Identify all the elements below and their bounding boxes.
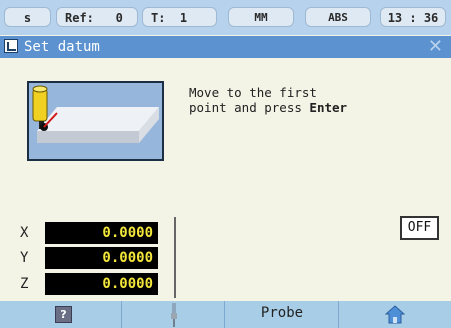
units-label: MM	[254, 11, 268, 24]
axis-value-z[interactable]: 0.0000	[45, 273, 158, 295]
tool-value: 1	[179, 11, 188, 25]
close-icon[interactable]: ✕	[428, 37, 443, 57]
dro-screen: s Ref: 0 T: 1 MM ABS 13 : 36 Set datum ✕…	[0, 0, 451, 328]
units-indicator: MM	[228, 7, 294, 27]
instruction-message: Move to the first point and press Enter	[189, 85, 347, 115]
edge-finder-illustration	[27, 81, 164, 161]
spindle-indicator: s	[4, 7, 51, 27]
axis-label-x: X	[20, 225, 29, 241]
axis-label-y: Y	[20, 250, 29, 266]
reference-indicator: Ref: 0	[56, 7, 138, 27]
tool-indicator: T: 1	[142, 7, 217, 27]
clock: 13 : 36	[380, 7, 446, 27]
axis-row-y: Y 0.0000	[0, 247, 175, 271]
tool-label: T:	[151, 11, 166, 25]
set-datum-icon	[4, 39, 18, 53]
axis-label-z: Z	[20, 276, 29, 292]
message-line-2: point and press	[189, 100, 310, 115]
clock-text: 13 : 36	[387, 11, 439, 25]
help-icon: ?	[55, 306, 72, 323]
mode-label: ABS	[328, 11, 348, 24]
enter-key-label: Enter	[309, 100, 348, 115]
edge-finder-icon	[171, 303, 177, 327]
ref-label: Ref:	[65, 11, 94, 25]
message-line-1: Move to the first	[189, 85, 317, 100]
mode-indicator: ABS	[305, 7, 371, 27]
edge-finder-softkey[interactable]	[122, 301, 225, 328]
axis-row-x: X 0.0000	[0, 222, 175, 246]
axis-row-z: Z 0.0000	[0, 273, 175, 297]
axis-value-x[interactable]: 0.0000	[45, 222, 158, 244]
axis-divider	[174, 217, 176, 298]
probe-label: Probe	[260, 305, 304, 321]
dialog-title: Set datum	[24, 39, 100, 55]
edge-finder-graphic	[32, 85, 159, 143]
status-bar: s Ref: 0 T: 1 MM ABS 13 : 36	[0, 0, 451, 35]
axis-value-y[interactable]: 0.0000	[45, 247, 158, 269]
ref-value: 0	[115, 11, 123, 25]
help-softkey[interactable]: ?	[0, 301, 122, 328]
home-softkey[interactable]	[339, 301, 451, 328]
spindle-label: s	[23, 11, 32, 25]
home-icon	[385, 305, 405, 324]
probe-softkey[interactable]: Probe	[225, 301, 339, 328]
dialog-title-bar: Set datum ✕	[0, 36, 451, 58]
off-button[interactable]: OFF	[400, 216, 439, 240]
softkey-bar: ? Probe	[0, 301, 451, 328]
